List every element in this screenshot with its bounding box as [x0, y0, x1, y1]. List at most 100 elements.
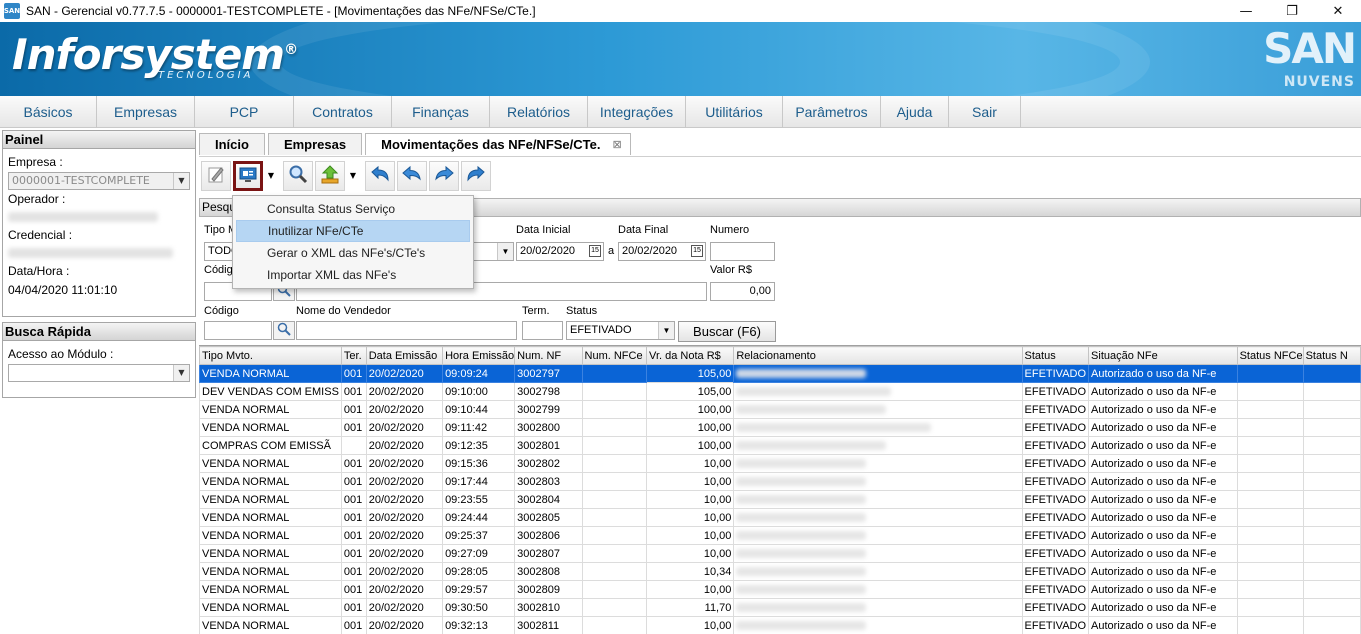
col-valor[interactable]: Vr. da Nota R$: [646, 346, 735, 365]
menu-importar-xml[interactable]: Importar XML das NFe's: [236, 264, 470, 286]
relacionamento-redacted: [736, 603, 867, 613]
col-hora-emissao[interactable]: Hora Emissão: [442, 346, 516, 365]
menu-integracoes[interactable]: Integrações: [588, 96, 686, 128]
table-row[interactable]: VENDA NORMAL 001 20/02/2020 09:15:36 3002802…: [199, 454, 1361, 473]
cell-hora: 09:10:44: [442, 400, 516, 419]
menu-parametros[interactable]: Parâmetros: [783, 96, 881, 128]
cell-situacao: Autorizado o uso da NF-e: [1088, 544, 1238, 563]
edit-button[interactable]: [201, 160, 231, 191]
table-row[interactable]: VENDA NORMAL 001 20/02/2020 09:25:37 3002806…: [199, 526, 1361, 545]
buscar-button[interactable]: Buscar (F6): [678, 321, 776, 342]
cell-situacao: Autorizado o uso da NF-e: [1088, 418, 1238, 437]
cell-relacionamento: [733, 526, 1023, 545]
cell-status-n: [1302, 454, 1361, 473]
maximize-button[interactable]: ❐: [1269, 0, 1315, 22]
data-inicial-input[interactable]: 20/02/2020 15: [516, 242, 604, 261]
back-button[interactable]: [397, 160, 427, 191]
table-row[interactable]: VENDA NORMAL 001 20/02/2020 09:24:44 3002805…: [199, 508, 1361, 527]
cell-valor: 10,00: [646, 490, 735, 509]
data-inicial-label: Data Inicial: [516, 224, 571, 236]
table-row[interactable]: COMPRAS COM EMISSÃ 20/02/2020 09:12:35 3002…: [199, 436, 1361, 455]
acesso-select[interactable]: ▼: [8, 364, 190, 382]
menu-inutilizar-nfe[interactable]: Inutilizar NFe/CTe: [236, 220, 470, 242]
tab-close-icon[interactable]: ⊠: [612, 138, 621, 151]
table-row[interactable]: VENDA NORMAL 001 20/02/2020 09:23:55 3002804…: [199, 490, 1361, 509]
upload-dropdown-arrow[interactable]: ▼: [347, 161, 359, 191]
menu-gerar-xml[interactable]: Gerar o XML das NFe's/CTe's: [236, 242, 470, 264]
data-final-input[interactable]: 20/02/2020 15: [618, 242, 706, 261]
tab-empresas[interactable]: Empresas: [267, 133, 363, 155]
movements-grid: Tipo Mvto. Ter. Data Emissão Hora Emissã…: [199, 345, 1361, 634]
status-select[interactable]: EFETIVADO ▼: [566, 321, 675, 340]
menu-consulta-status-servico[interactable]: Consulta Status Serviço: [236, 198, 470, 220]
search-button[interactable]: [283, 160, 313, 191]
menu-financas[interactable]: Finanças: [392, 96, 490, 128]
vendedor-search-button[interactable]: [273, 321, 295, 340]
table-row[interactable]: VENDA NORMAL 001 20/02/2020 09:17:44 3002803…: [199, 472, 1361, 491]
menu-sair[interactable]: Sair: [949, 96, 1021, 128]
cell-tipo: VENDA NORMAL: [199, 472, 342, 491]
redo-button[interactable]: [461, 160, 491, 191]
cell-data: 20/02/2020: [365, 526, 444, 545]
col-status[interactable]: Status: [1021, 346, 1090, 365]
term-input[interactable]: [522, 321, 563, 340]
empresa-select[interactable]: 0000001-TESTCOMPLETE ▼: [8, 172, 190, 190]
table-row[interactable]: VENDA NORMAL 001 20/02/2020 09:28:05 3002808…: [199, 562, 1361, 581]
cell-ter: 001: [340, 418, 367, 437]
close-button[interactable]: ✕: [1315, 0, 1361, 22]
cell-ter: 001: [340, 544, 367, 563]
table-row[interactable]: VENDA NORMAL 001 20/02/2020 09:29:57 3002809…: [199, 580, 1361, 599]
nfe-dropdown-arrow[interactable]: ▼: [265, 161, 277, 191]
cell-valor: 10,00: [646, 616, 735, 634]
cell-valor: 100,00: [646, 418, 735, 437]
forward-button[interactable]: [429, 160, 459, 191]
col-status-n[interactable]: Status N: [1302, 346, 1361, 365]
table-row[interactable]: DEV VENDAS COM EMISS 001 20/02/2020 09:10:0…: [199, 382, 1361, 401]
menu-pcp[interactable]: PCP: [195, 96, 294, 128]
nfe-transmit-button[interactable]: [233, 160, 263, 191]
valor-input[interactable]: 0,00: [710, 282, 775, 301]
col-tipo-mvto[interactable]: Tipo Mvto.: [199, 346, 342, 365]
codigo-vendedor-input[interactable]: [204, 321, 272, 340]
col-num-nf[interactable]: Num. NF: [514, 346, 583, 365]
table-row[interactable]: VENDA NORMAL 001 20/02/2020 09:32:13 3002811…: [199, 616, 1361, 634]
col-ter[interactable]: Ter.: [340, 346, 367, 365]
col-relacionamento[interactable]: Relacionamento: [733, 346, 1023, 365]
table-row[interactable]: VENDA NORMAL 001 20/02/2020 09:27:09 3002807…: [199, 544, 1361, 563]
menu-relatorios[interactable]: Relatórios: [490, 96, 588, 128]
cell-status: EFETIVADO: [1021, 436, 1090, 455]
menu-empresas[interactable]: Empresas: [97, 96, 195, 128]
tab-movimentacoes[interactable]: Movimentações das NFe/NFSe/CTe. ⊠: [365, 133, 631, 155]
table-row[interactable]: VENDA NORMAL 001 20/02/2020 09:09:24 3002797…: [199, 364, 1361, 383]
col-data-emissao[interactable]: Data Emissão: [365, 346, 444, 365]
table-row[interactable]: VENDA NORMAL 001 20/02/2020 09:10:44 3002799…: [199, 400, 1361, 419]
minimize-button[interactable]: —: [1223, 0, 1269, 22]
table-row[interactable]: VENDA NORMAL 001 20/02/2020 09:30:50 3002810…: [199, 598, 1361, 617]
cell-hora: 09:12:35: [442, 436, 516, 455]
undo-button[interactable]: [365, 160, 395, 191]
cell-relacionamento: [733, 472, 1023, 491]
numero-input[interactable]: [710, 242, 775, 261]
numero-label: Numero: [710, 224, 750, 236]
cell-tipo: VENDA NORMAL: [199, 490, 342, 509]
upload-button[interactable]: [315, 160, 345, 191]
col-situacao-nfe[interactable]: Situação NFe: [1088, 346, 1238, 365]
menu-utilitarios[interactable]: Utilitários: [686, 96, 783, 128]
cell-valor: 10,00: [646, 526, 735, 545]
tab-inicio[interactable]: Início: [199, 133, 265, 155]
calendar-icon[interactable]: 15: [589, 245, 601, 257]
relacionamento-redacted: [736, 531, 867, 541]
menu-contratos[interactable]: Contratos: [294, 96, 392, 128]
cell-status-nfce: [1236, 616, 1304, 634]
col-status-nfce[interactable]: Status NFCe: [1236, 346, 1304, 365]
col-num-nfce[interactable]: Num. NFCe: [581, 346, 648, 365]
table-row[interactable]: VENDA NORMAL 001 20/02/2020 09:11:42 3002800…: [199, 418, 1361, 437]
cell-status: EFETIVADO: [1021, 526, 1090, 545]
menu-ajuda[interactable]: Ajuda: [881, 96, 949, 128]
calendar-icon[interactable]: 15: [691, 245, 703, 257]
cell-data: 20/02/2020: [365, 490, 444, 509]
vendedor-input[interactable]: [296, 321, 517, 340]
cell-status: EFETIVADO: [1021, 616, 1090, 634]
chevron-down-icon: ▼: [173, 173, 189, 189]
menu-basicos[interactable]: Básicos: [0, 96, 97, 128]
